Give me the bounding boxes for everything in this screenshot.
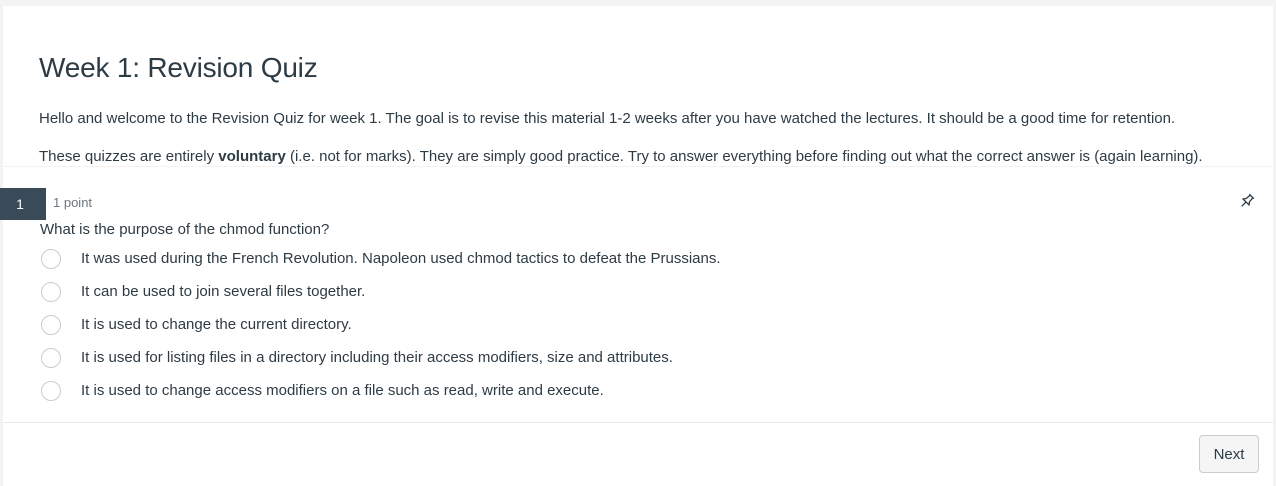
question-points: 1 point	[53, 195, 93, 210]
answer-label[interactable]: It is used to change the current directo…	[81, 315, 352, 335]
page-title: Week 1: Revision Quiz	[39, 52, 318, 83]
answer-option[interactable]: It was used during the French Revolution…	[41, 249, 1141, 271]
voluntary-bold: voluntary	[218, 148, 286, 165]
answer-option[interactable]: It is used for listing files in a direct…	[41, 348, 1141, 370]
intro-paragraph: Hello and welcome to the Revision Quiz f…	[39, 110, 1176, 127]
voluntary-text-end: (i.e. not for marks). They are simply go…	[285, 148, 1203, 165]
voluntary-text-start: These quizzes are entirely	[39, 148, 219, 165]
answer-label[interactable]: It can be used to join several files tog…	[81, 282, 365, 302]
answer-label[interactable]: It is used for listing files in a direct…	[81, 348, 673, 368]
answer-radio[interactable]	[41, 282, 61, 302]
header-divider	[3, 166, 1273, 167]
next-button[interactable]: Next	[1199, 435, 1259, 473]
question-text: What is the purpose of the chmod functio…	[40, 221, 330, 238]
answer-radio[interactable]	[41, 348, 61, 368]
quiz-card: Week 1: Revision Quiz Hello and welcome …	[0, 6, 1273, 486]
answer-option[interactable]: It can be used to join several files tog…	[41, 282, 1141, 304]
answer-option[interactable]: It is used to change the current directo…	[41, 315, 1141, 337]
answer-label[interactable]: It was used during the French Revolution…	[81, 249, 721, 269]
question-number: 1	[0, 188, 46, 220]
pin-icon-graphic	[1241, 193, 1255, 207]
answer-radio[interactable]	[41, 315, 61, 335]
pin-icon[interactable]	[1238, 192, 1256, 210]
answer-option[interactable]: It is used to change access modifiers on…	[41, 381, 1141, 403]
footer-divider	[3, 422, 1273, 423]
answer-radio[interactable]	[41, 249, 61, 269]
answer-radio[interactable]	[41, 381, 61, 401]
answer-label[interactable]: It is used to change access modifiers on…	[81, 381, 604, 401]
voluntary-paragraph: These quizzes are entirely voluntary (i.…	[39, 148, 1203, 165]
